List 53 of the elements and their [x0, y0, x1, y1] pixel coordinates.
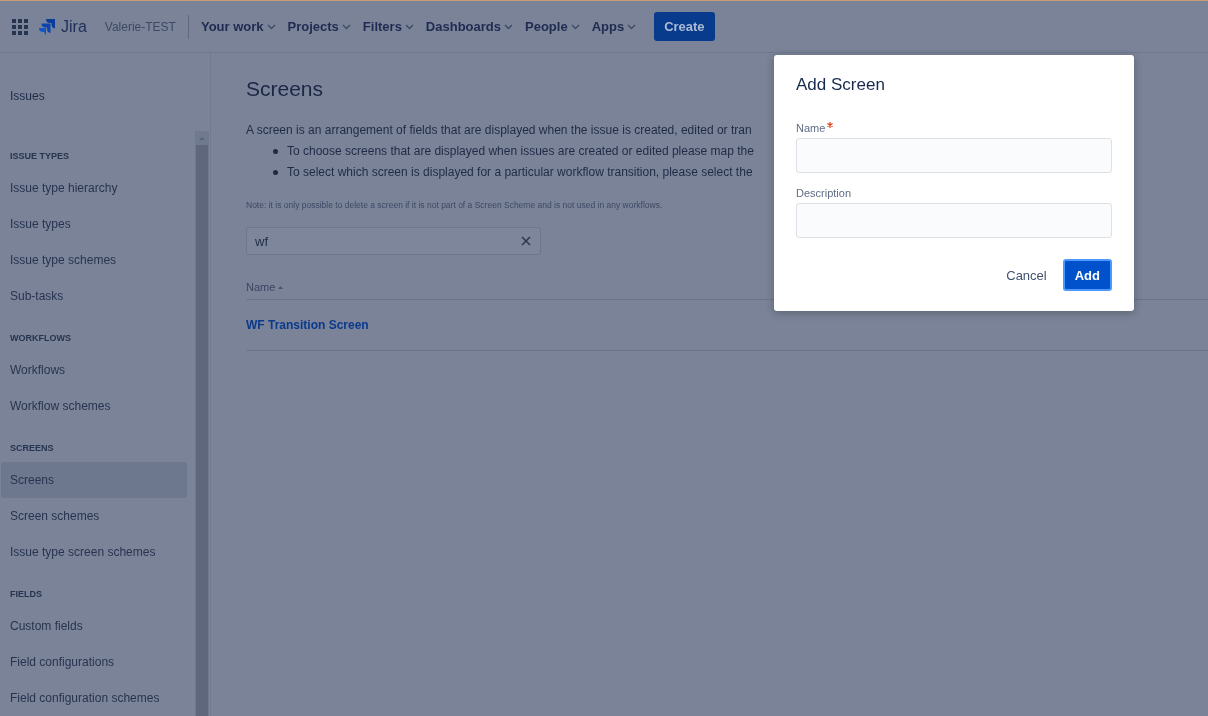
dialog-title: Add Screen — [796, 75, 886, 95]
bullet-icon — [273, 169, 278, 175]
chevron-icon — [504, 23, 513, 30]
field-label: Description — [796, 187, 852, 199]
sidebar-item[interactable]: Issue types — [1, 206, 187, 242]
sidebar-item[interactable]: Issue type screen schemes — [1, 534, 187, 570]
sidebar-item[interactable]: Screens — [1, 462, 187, 498]
intro-text: A screen is an arrangement of fields that are displayed when the issue is created, edited or tran — [246, 123, 752, 137]
section-heading: FIELDS — [9, 588, 43, 601]
product-name[interactable]: Jira — [61, 17, 87, 36]
nav-menu[interactable]: Projects — [287, 19, 351, 34]
field-label: Name — [796, 122, 826, 134]
text-field[interactable] — [796, 203, 1112, 238]
sidebar-item[interactable]: Screen schemes — [1, 498, 187, 534]
sidebar-item[interactable]: Workflows — [1, 352, 187, 388]
nav-menu[interactable]: Dashboards — [425, 19, 513, 34]
section-heading: ISSUE TYPES — [9, 150, 71, 163]
sidebar-item[interactable]: Issue type hierarchy — [1, 170, 187, 206]
sort-icon[interactable] — [278, 284, 284, 290]
chevron-icon — [266, 23, 276, 30]
add-button[interactable]: Add — [1062, 259, 1112, 291]
jira-logo-icon — [38, 17, 56, 36]
bullet-text: To select which screen is displayed for a particular workflow transition, please select the — [287, 165, 753, 179]
sidebar-item[interactable]: Custom fields — [1, 608, 187, 644]
chevron-icon — [341, 23, 351, 30]
filter-field[interactable]: wf — [246, 227, 541, 255]
nav-menu[interactable]: Apps — [591, 19, 637, 34]
bullet-icon — [273, 148, 278, 154]
column-header[interactable]: Name — [246, 281, 276, 293]
chevron-icon — [404, 23, 414, 30]
site-name[interactable]: Valerie-TEST — [104, 14, 189, 39]
nav-menu[interactable]: People — [525, 19, 580, 34]
section-heading: WORKFLOWS — [9, 332, 72, 345]
cancel-button[interactable]: Cancel — [1006, 267, 1047, 283]
sidebar-item[interactable]: Field configurations — [1, 644, 187, 680]
sidebar-item[interactable]: Issue type schemes — [1, 242, 187, 278]
sidebar-item[interactable]: Workflow schemes — [1, 388, 187, 424]
sidebar-heading: Issues — [9, 89, 46, 105]
chevron-icon — [627, 23, 637, 30]
sidebar-item[interactable]: Sub-tasks — [1, 278, 187, 314]
text-field[interactable] — [796, 138, 1112, 173]
section-heading: SCREENS — [9, 442, 55, 455]
sidebar-item[interactable]: Field configuration schemes — [1, 680, 187, 716]
screen-link[interactable]: WF Transition Screen — [246, 318, 369, 332]
bullet-text: To choose screens that are displayed when issues are created or edited please map the — [287, 144, 754, 158]
page-title: Screens — [246, 77, 324, 101]
nav-menu[interactable]: Filters — [362, 19, 414, 34]
nav-menu[interactable]: Your work — [200, 19, 276, 34]
app-grid-icon[interactable] — [12, 18, 28, 35]
chevron-icon — [570, 23, 580, 30]
clear-icon[interactable] — [521, 236, 531, 246]
scrollbar[interactable] — [195, 131, 209, 716]
create-button[interactable]: Create — [654, 12, 715, 41]
